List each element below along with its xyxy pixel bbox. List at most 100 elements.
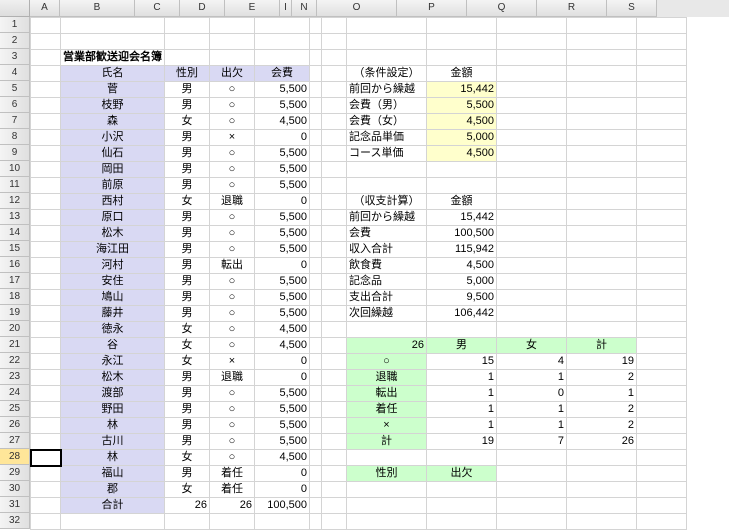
- empty-cell[interactable]: [31, 146, 61, 162]
- empty-cell[interactable]: [322, 402, 347, 418]
- roster-sex[interactable]: 女: [165, 322, 210, 338]
- roster-attend[interactable]: ○: [210, 274, 255, 290]
- roster-attend[interactable]: ○: [210, 82, 255, 98]
- row-header-26[interactable]: 26: [0, 417, 30, 433]
- empty-cell[interactable]: [427, 322, 497, 338]
- row-header-4[interactable]: 4: [0, 65, 30, 81]
- empty-cell[interactable]: [61, 34, 165, 50]
- roster-sex[interactable]: 女: [165, 450, 210, 466]
- empty-cell[interactable]: [31, 274, 61, 290]
- roster-name[interactable]: 永江: [61, 354, 165, 370]
- empty-cell[interactable]: [310, 178, 322, 194]
- empty-cell[interactable]: [322, 146, 347, 162]
- roster-name[interactable]: 西村: [61, 194, 165, 210]
- empty-cell[interactable]: [322, 386, 347, 402]
- empty-cell[interactable]: [31, 466, 61, 482]
- empty-cell[interactable]: [567, 290, 637, 306]
- empty-cell[interactable]: [210, 18, 255, 34]
- col-header-I[interactable]: I: [280, 0, 292, 17]
- roster-attend[interactable]: ○: [210, 178, 255, 194]
- roster-name[interactable]: 林: [61, 450, 165, 466]
- row-header-25[interactable]: 25: [0, 401, 30, 417]
- row-header-30[interactable]: 30: [0, 481, 30, 497]
- empty-cell[interactable]: [637, 130, 687, 146]
- empty-cell[interactable]: [31, 322, 61, 338]
- roster-fee[interactable]: 0: [255, 354, 310, 370]
- empty-cell[interactable]: [637, 66, 687, 82]
- empty-cell[interactable]: [347, 162, 427, 178]
- roster-sex[interactable]: 女: [165, 482, 210, 498]
- empty-cell[interactable]: [637, 34, 687, 50]
- roster-attend[interactable]: ○: [210, 98, 255, 114]
- empty-cell[interactable]: [31, 258, 61, 274]
- empty-cell[interactable]: [31, 514, 61, 530]
- roster-fee[interactable]: 0: [255, 482, 310, 498]
- empty-cell[interactable]: [310, 98, 322, 114]
- empty-cell[interactable]: [497, 498, 567, 514]
- roster-sex[interactable]: 男: [165, 402, 210, 418]
- empty-cell[interactable]: [567, 514, 637, 530]
- col-header-B[interactable]: B: [60, 0, 135, 17]
- row-header-31[interactable]: 31: [0, 497, 30, 513]
- empty-cell[interactable]: [637, 402, 687, 418]
- empty-cell[interactable]: [310, 514, 322, 530]
- empty-cell[interactable]: [31, 66, 61, 82]
- roster-sex[interactable]: 男: [165, 370, 210, 386]
- empty-cell[interactable]: [31, 370, 61, 386]
- roster-name[interactable]: 林: [61, 418, 165, 434]
- roster-sex[interactable]: 男: [165, 274, 210, 290]
- roster-attend[interactable]: 退職: [210, 370, 255, 386]
- row-header-9[interactable]: 9: [0, 145, 30, 161]
- empty-cell[interactable]: [31, 242, 61, 258]
- empty-cell[interactable]: [567, 226, 637, 242]
- roster-attend[interactable]: ○: [210, 418, 255, 434]
- empty-cell[interactable]: [567, 146, 637, 162]
- empty-cell[interactable]: [637, 98, 687, 114]
- empty-cell[interactable]: [310, 194, 322, 210]
- empty-cell[interactable]: [427, 178, 497, 194]
- row-header-29[interactable]: 29: [0, 465, 30, 481]
- row-header-5[interactable]: 5: [0, 81, 30, 97]
- empty-cell[interactable]: [497, 306, 567, 322]
- roster-attend[interactable]: ○: [210, 322, 255, 338]
- row-header-19[interactable]: 19: [0, 305, 30, 321]
- roster-name[interactable]: 海江田: [61, 242, 165, 258]
- empty-cell[interactable]: [31, 226, 61, 242]
- empty-cell[interactable]: [310, 482, 322, 498]
- empty-cell[interactable]: [567, 306, 637, 322]
- empty-cell[interactable]: [165, 18, 210, 34]
- empty-cell[interactable]: [31, 354, 61, 370]
- roster-sex[interactable]: 男: [165, 210, 210, 226]
- empty-cell[interactable]: [497, 466, 567, 482]
- empty-cell[interactable]: [31, 162, 61, 178]
- roster-fee[interactable]: 5,500: [255, 146, 310, 162]
- empty-cell[interactable]: [567, 130, 637, 146]
- roster-fee[interactable]: 0: [255, 370, 310, 386]
- empty-cell[interactable]: [497, 82, 567, 98]
- empty-cell[interactable]: [322, 66, 347, 82]
- empty-cell[interactable]: [427, 482, 497, 498]
- empty-cell[interactable]: [637, 162, 687, 178]
- empty-cell[interactable]: [497, 482, 567, 498]
- empty-cell[interactable]: [567, 322, 637, 338]
- roster-sex[interactable]: 男: [165, 178, 210, 194]
- empty-cell[interactable]: [322, 98, 347, 114]
- empty-cell[interactable]: [61, 514, 165, 530]
- empty-cell[interactable]: [310, 418, 322, 434]
- empty-cell[interactable]: [255, 50, 310, 66]
- empty-cell[interactable]: [322, 82, 347, 98]
- empty-cell[interactable]: [567, 258, 637, 274]
- row-header-24[interactable]: 24: [0, 385, 30, 401]
- roster-fee[interactable]: 5,500: [255, 290, 310, 306]
- selected-cell[interactable]: [31, 450, 61, 466]
- empty-cell[interactable]: [637, 370, 687, 386]
- empty-cell[interactable]: [637, 194, 687, 210]
- roster-sex[interactable]: 女: [165, 338, 210, 354]
- roster-name[interactable]: 小沢: [61, 130, 165, 146]
- empty-cell[interactable]: [322, 178, 347, 194]
- roster-sex[interactable]: 男: [165, 466, 210, 482]
- roster-sex[interactable]: 男: [165, 306, 210, 322]
- empty-cell[interactable]: [637, 450, 687, 466]
- empty-cell[interactable]: [567, 210, 637, 226]
- empty-cell[interactable]: [567, 274, 637, 290]
